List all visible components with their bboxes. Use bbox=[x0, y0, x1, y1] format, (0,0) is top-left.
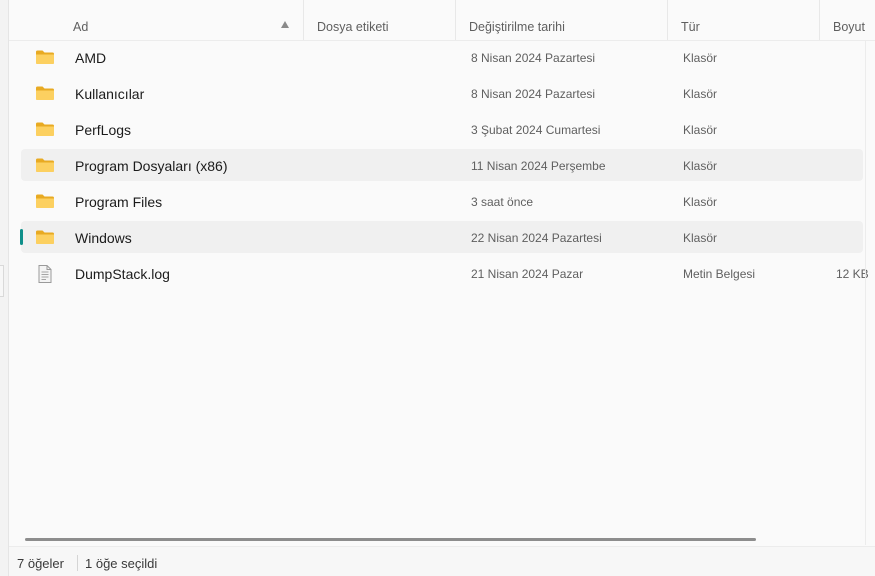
file-modified-date: 22 Nisan 2024 Pazartesi bbox=[471, 231, 602, 245]
file-list-row[interactable]: DumpStack.log 21 Nisan 2024 Pazar Metin … bbox=[21, 257, 869, 289]
text-file-icon bbox=[35, 265, 55, 283]
column-header-name[interactable]: Ad bbox=[73, 0, 88, 40]
file-type: Klasör bbox=[683, 87, 718, 101]
file-name: PerfLogs bbox=[75, 122, 132, 138]
file-list-row[interactable]: Program Files 3 saat önce Klasör bbox=[21, 185, 863, 217]
file-list: AMD 8 Nisan 2024 Pazartesi Klasör Kullan… bbox=[20, 41, 869, 293]
file-list-row[interactable]: Program Dosyaları (x86) 11 Nisan 2024 Pe… bbox=[21, 149, 863, 181]
file-list-row[interactable]: PerfLogs 3 Şubat 2024 Cumartesi Klasör bbox=[21, 113, 863, 145]
folder-icon bbox=[35, 121, 55, 137]
column-header-size-label: Boyut bbox=[833, 20, 865, 34]
item-count-text: 7 öğeler bbox=[17, 556, 64, 571]
column-divider[interactable] bbox=[819, 0, 820, 40]
column-header-modified-label: Değiştirilme tarihi bbox=[469, 20, 565, 34]
horizontal-scrollbar[interactable] bbox=[25, 538, 756, 541]
file-list-row[interactable]: Kullanıcılar 8 Nisan 2024 Pazartesi Klas… bbox=[21, 77, 863, 109]
file-name: Program Dosyaları (x86) bbox=[75, 158, 228, 174]
file-size: 12 KB bbox=[836, 267, 869, 281]
file-explorer-window: Ad Dosya etiketi Değiştirilme tarihi Tür… bbox=[0, 0, 875, 576]
column-header-size[interactable]: Boyut bbox=[833, 0, 865, 40]
file-type: Metin Belgesi bbox=[683, 267, 756, 281]
folder-icon bbox=[35, 229, 55, 245]
selection-count-text: 1 öğe seçildi bbox=[85, 556, 158, 571]
file-type: Klasör bbox=[683, 51, 718, 65]
folder-icon bbox=[35, 85, 55, 101]
file-modified-date: 8 Nisan 2024 Pazartesi bbox=[471, 87, 596, 101]
column-header-tag[interactable]: Dosya etiketi bbox=[317, 0, 389, 40]
file-name: AMD bbox=[75, 50, 107, 66]
column-header-name-label: Ad bbox=[73, 20, 89, 34]
column-divider[interactable] bbox=[303, 0, 304, 40]
file-type: Klasör bbox=[683, 159, 718, 173]
folder-icon bbox=[35, 49, 55, 65]
file-name: Kullanıcılar bbox=[75, 86, 145, 102]
status-divider bbox=[77, 555, 78, 571]
folder-icon bbox=[35, 193, 55, 209]
column-divider[interactable] bbox=[667, 0, 668, 40]
folder-icon bbox=[35, 157, 55, 173]
status-bar: 7 öğeler 1 öğe seçildi bbox=[9, 546, 875, 576]
file-modified-date: 8 Nisan 2024 Pazartesi bbox=[471, 51, 596, 65]
file-modified-date: 11 Nisan 2024 Perşembe bbox=[471, 159, 606, 173]
file-list-row[interactable]: AMD 8 Nisan 2024 Pazartesi Klasör bbox=[21, 41, 863, 73]
file-modified-date: 3 saat önce bbox=[471, 195, 534, 209]
list-right-edge bbox=[865, 40, 866, 545]
file-type: Klasör bbox=[683, 123, 718, 137]
file-modified-date: 3 Şubat 2024 Cumartesi bbox=[471, 123, 601, 137]
column-header-type-label: Tür bbox=[681, 20, 700, 34]
column-header-type[interactable]: Tür bbox=[681, 0, 700, 40]
file-name: DumpStack.log bbox=[75, 266, 170, 282]
file-type: Klasör bbox=[683, 195, 718, 209]
pane-resize-handle[interactable] bbox=[0, 265, 4, 297]
file-name: Program Files bbox=[75, 194, 163, 210]
column-header-modified[interactable]: Değiştirilme tarihi bbox=[469, 0, 565, 40]
file-name: Windows bbox=[75, 230, 132, 246]
column-header-tag-label: Dosya etiketi bbox=[317, 20, 389, 34]
file-list-row-selected[interactable]: Windows 22 Nisan 2024 Pazartesi Klasör bbox=[20, 221, 863, 253]
selection-indicator bbox=[20, 229, 23, 245]
sort-ascending-icon bbox=[281, 21, 289, 28]
file-type: Klasör bbox=[683, 231, 718, 245]
file-modified-date: 21 Nisan 2024 Pazar bbox=[471, 267, 584, 281]
column-header-bar: Ad Dosya etiketi Değiştirilme tarihi Tür… bbox=[9, 0, 875, 41]
column-divider[interactable] bbox=[455, 0, 456, 40]
